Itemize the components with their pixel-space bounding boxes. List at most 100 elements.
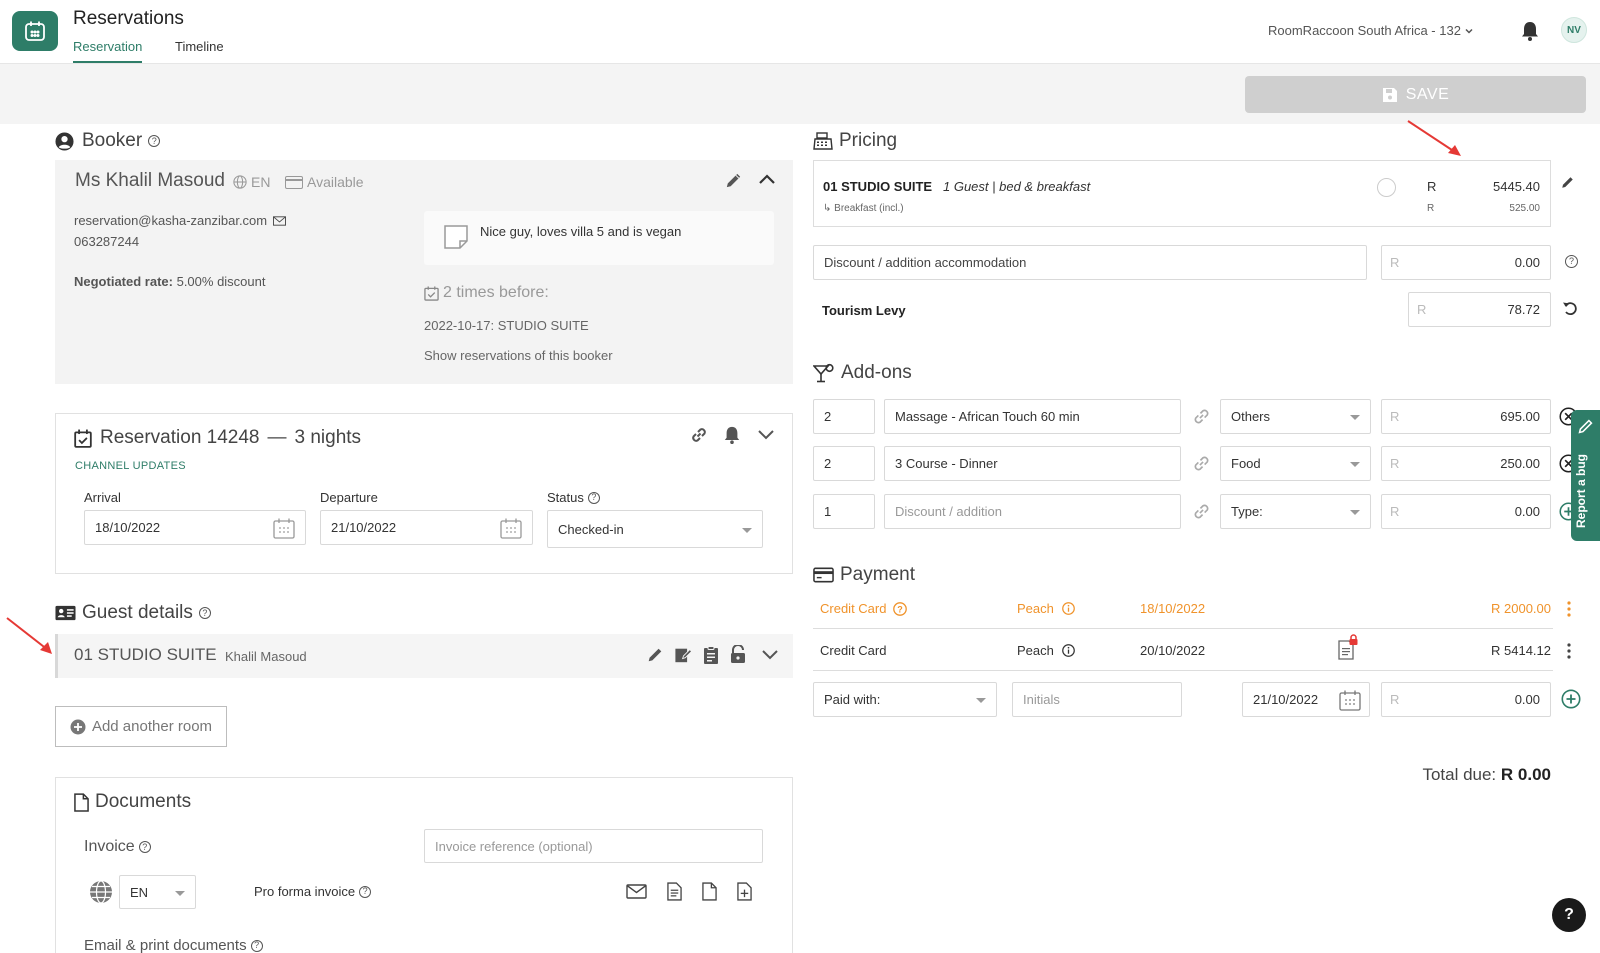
help-icon[interactable]: ?: [138, 841, 151, 853]
chevron-down-icon[interactable]: [761, 649, 779, 661]
pencil-icon: [1578, 419, 1593, 434]
info-icon[interactable]: [1062, 644, 1075, 657]
edit-pencil-icon[interactable]: [646, 646, 664, 664]
more-vertical-icon[interactable]: [1567, 601, 1571, 617]
top-bar: Reservations Reservation Timeline RoomRa…: [0, 0, 1600, 64]
link-icon[interactable]: [1191, 453, 1212, 474]
undo-icon[interactable]: [1562, 300, 1578, 316]
link-icon[interactable]: [1191, 406, 1212, 427]
show-reservations-link[interactable]: Show reservations of this booker: [424, 348, 613, 363]
addon-name-input[interactable]: 3 Course - Dinner: [884, 446, 1181, 481]
calendar-check-icon: [424, 285, 439, 301]
radio-toggle[interactable]: [1377, 178, 1396, 197]
more-vertical-icon[interactable]: [1567, 643, 1571, 659]
calendar-app-icon[interactable]: [12, 11, 58, 51]
add-room-button[interactable]: Add another room: [55, 706, 227, 747]
total-due: Total due: R 0.00: [1422, 765, 1551, 784]
payment-amount-input[interactable]: R 0.00: [1381, 682, 1551, 717]
booker-language: EN: [233, 174, 270, 190]
add-circle-icon[interactable]: [1561, 689, 1581, 709]
document-language-select[interactable]: EN: [119, 875, 196, 909]
payment-title: Payment: [813, 564, 915, 586]
link-icon[interactable]: [689, 425, 709, 445]
dropdown-caret-icon: [1350, 415, 1360, 420]
help-icon[interactable]: ?: [1565, 255, 1578, 268]
pricing-room-desc: 1 Guest | bed & breakfast: [943, 179, 1091, 194]
addon-name-input[interactable]: Discount / addition: [884, 494, 1181, 529]
discount-accommodation-amount[interactable]: R 0.00: [1381, 245, 1551, 280]
addon-type-select[interactable]: Type:: [1220, 494, 1371, 529]
pricing-room-name: 01 STUDIO SUITE: [823, 179, 933, 194]
locked-receipt-icon[interactable]: [1338, 634, 1358, 660]
signature-icon[interactable]: [674, 646, 693, 664]
addon-price-input[interactable]: R 250.00: [1381, 446, 1551, 481]
help-button[interactable]: ?: [1552, 898, 1586, 932]
notifications-bell-icon[interactable]: [1520, 20, 1540, 42]
help-icon[interactable]: ?: [587, 491, 600, 504]
addon-qty-input[interactable]: 2: [813, 399, 875, 434]
document-icon[interactable]: [702, 882, 717, 901]
edit-pencil-icon[interactable]: [1560, 175, 1575, 190]
help-icon[interactable]: ?: [198, 607, 211, 619]
payment-amount: R 5414.12: [1491, 643, 1551, 658]
cocktail-icon: [813, 363, 834, 383]
payment-date: 18/10/2022: [1140, 601, 1206, 616]
calendar-icon[interactable]: [1339, 690, 1361, 711]
addon-name-input[interactable]: Massage - African Touch 60 min: [884, 399, 1181, 434]
edit-pencil-icon[interactable]: [724, 171, 743, 190]
tab-reservation[interactable]: Reservation: [73, 39, 143, 63]
breakfast-price: 525.00: [1509, 203, 1540, 214]
add-document-icon[interactable]: [737, 882, 752, 901]
link-icon[interactable]: [1191, 501, 1212, 522]
addon-price-input[interactable]: R 695.00: [1381, 399, 1551, 434]
envelope-icon[interactable]: [626, 884, 647, 899]
payment-provider: Peach: [1017, 643, 1075, 658]
property-selector[interactable]: RoomRaccoon South Africa - 132: [1268, 23, 1474, 38]
channel-updates-link[interactable]: CHANNEL UPDATES: [75, 460, 186, 472]
booker-section-title: Booker ?: [55, 130, 161, 152]
addon-qty-input[interactable]: 2: [813, 446, 875, 481]
addon-type-select[interactable]: Others: [1220, 399, 1371, 434]
calendar-icon[interactable]: [500, 518, 522, 539]
addon-qty-input[interactable]: 1: [813, 494, 875, 529]
addon-type-select[interactable]: Food: [1220, 446, 1371, 481]
invoice-document-icon[interactable]: [667, 882, 682, 901]
initials-input[interactable]: Initials: [1012, 682, 1182, 717]
documents-title: Documents: [74, 791, 191, 813]
help-icon[interactable]: ?: [250, 939, 263, 952]
help-icon[interactable]: ?: [148, 135, 161, 147]
info-icon[interactable]: [1062, 602, 1075, 615]
chevron-down-icon[interactable]: [757, 429, 775, 441]
discount-accommodation-input[interactable]: Discount / addition accommodation: [813, 245, 1367, 280]
calendar-icon[interactable]: [273, 518, 295, 539]
addon-price-input[interactable]: R 0.00: [1381, 494, 1551, 529]
tourism-levy-amount[interactable]: R 78.72: [1408, 292, 1551, 327]
avatar[interactable]: NV: [1561, 17, 1587, 43]
report-bug-tab[interactable]: Report a bug: [1571, 410, 1600, 541]
departure-date-input[interactable]: 21/10/2022: [320, 510, 533, 545]
guest-name: Khalil Masoud: [225, 649, 307, 664]
chevron-up-icon[interactable]: [758, 173, 776, 185]
breakfast-label: ↳ Breakfast (incl.): [823, 203, 904, 214]
bell-icon[interactable]: [723, 425, 741, 445]
unlock-icon[interactable]: [729, 645, 747, 664]
tab-timeline[interactable]: Timeline: [175, 39, 224, 61]
help-circle-icon[interactable]: ?: [893, 601, 908, 616]
status-label: Status?: [547, 490, 600, 505]
booker-name: Ms Khalil Masoud: [75, 170, 225, 191]
card-icon: [285, 175, 303, 189]
booker-phone: 063287244: [74, 234, 140, 249]
booker-note-text: Nice guy, loves villa 5 and is vegan: [480, 224, 682, 239]
save-button[interactable]: SAVE: [1245, 76, 1586, 113]
dropdown-caret-icon: [1350, 510, 1360, 515]
divider: [813, 628, 1553, 629]
status-select[interactable]: Checked-in: [547, 510, 763, 548]
paid-with-select[interactable]: Paid with:: [813, 682, 997, 717]
arrival-date-input[interactable]: 18/10/2022: [84, 510, 306, 545]
help-icon[interactable]: ?: [359, 885, 372, 898]
booker-email[interactable]: reservation@kasha-zanzibar.com: [74, 213, 287, 228]
divider: [813, 670, 1553, 671]
invoice-reference-input[interactable]: Invoice reference (optional): [424, 829, 763, 863]
clipboard-icon[interactable]: [703, 645, 719, 664]
payment-date-input[interactable]: 21/10/2022: [1242, 682, 1370, 717]
